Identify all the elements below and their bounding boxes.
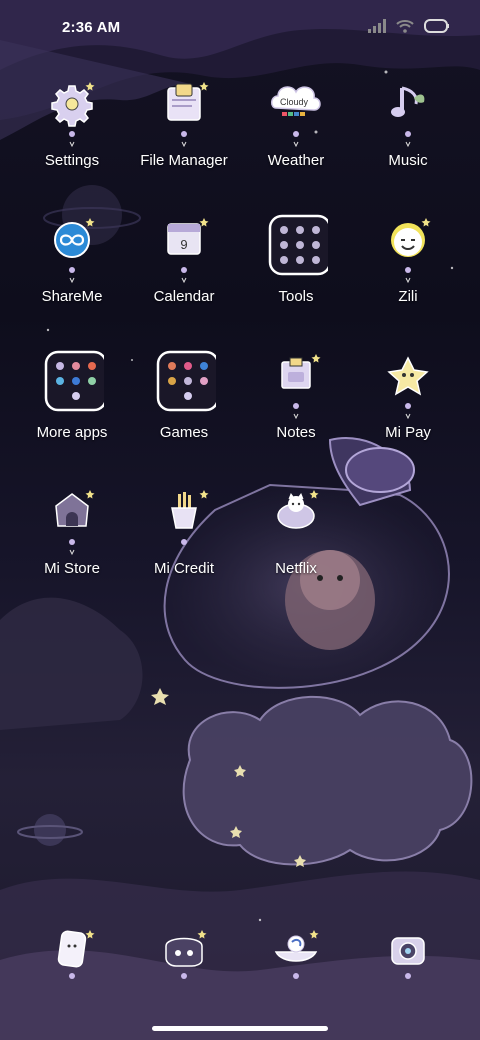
dock-phone[interactable] [12, 926, 132, 1006]
folder-grid-icon [268, 214, 328, 276]
phone-icon [57, 930, 95, 979]
calendar-icon: 9 [167, 218, 209, 284]
fries-icon [171, 490, 209, 545]
folder-grid-icon [44, 350, 104, 412]
dock-messages[interactable] [124, 926, 244, 1006]
wifi-icon [396, 20, 414, 33]
app-label: Mi Pay [385, 424, 431, 441]
folder-tools[interactable]: Tools [236, 206, 356, 326]
cloud-icon: Cloudy [271, 86, 321, 148]
camera-icon [391, 937, 425, 979]
app-label: Weather [267, 152, 325, 169]
infinity-icon [54, 218, 95, 284]
status-icons [368, 19, 450, 33]
app-label: Notes [276, 424, 316, 441]
smiley-icon [391, 218, 431, 284]
app-label: More apps [36, 424, 108, 441]
app-shareme[interactable]: ShareMe [12, 206, 132, 326]
dock-camera[interactable] [348, 926, 468, 1006]
signal-icon [368, 19, 386, 33]
app-mi-store[interactable]: Mi Store [12, 478, 132, 598]
weather-badge-text: Cloudy [280, 97, 309, 107]
folder-games[interactable]: Games [124, 342, 244, 462]
star-icon [387, 356, 429, 420]
app-zili[interactable]: Zili [348, 206, 468, 326]
home-screen: 2:36 AM Settings File Manager Cloudy Wea… [0, 0, 480, 1040]
app-mi-pay[interactable]: Mi Pay [348, 342, 468, 462]
app-file-manager[interactable]: File Manager [124, 70, 244, 190]
app-label: Mi Credit [153, 560, 214, 577]
browser-icon [274, 930, 319, 979]
app-label: File Manager [140, 152, 228, 169]
app-label: Settings [44, 152, 100, 169]
folder-more-apps[interactable]: More apps [12, 342, 132, 462]
message-icon [165, 930, 207, 979]
app-netflix[interactable]: Netflix [236, 478, 356, 598]
battery-icon [424, 19, 449, 33]
gear-icon [51, 82, 95, 148]
app-label: Calendar [153, 288, 215, 305]
folder-icon [167, 82, 209, 148]
calendar-date: 9 [180, 237, 187, 252]
app-label: Zili [398, 288, 418, 305]
app-label: ShareMe [41, 288, 103, 305]
status-time: 2:36 AM [62, 19, 121, 36]
app-mi-credit[interactable]: Mi Credit [124, 478, 244, 598]
home-indicator[interactable] [152, 1026, 328, 1031]
music-note-icon [391, 86, 425, 148]
app-label: Games [159, 424, 209, 441]
house-icon [55, 490, 95, 556]
note-icon [281, 354, 321, 420]
app-label: Mi Store [44, 560, 100, 577]
app-label: Tools [278, 288, 314, 305]
app-notes[interactable]: Notes [236, 342, 356, 462]
app-label: Netflix [275, 560, 317, 577]
cat-icon [277, 490, 319, 529]
status-bar: 2:36 AM [0, 0, 480, 56]
app-settings[interactable]: Settings [12, 70, 132, 190]
dock-browser[interactable] [236, 926, 356, 1006]
app-label: Music [388, 152, 428, 169]
folder-grid-icon [156, 350, 216, 412]
app-calendar[interactable]: 9 Calendar [124, 206, 244, 326]
app-weather[interactable]: Cloudy Weather [236, 70, 356, 190]
app-music[interactable]: Music [348, 70, 468, 190]
